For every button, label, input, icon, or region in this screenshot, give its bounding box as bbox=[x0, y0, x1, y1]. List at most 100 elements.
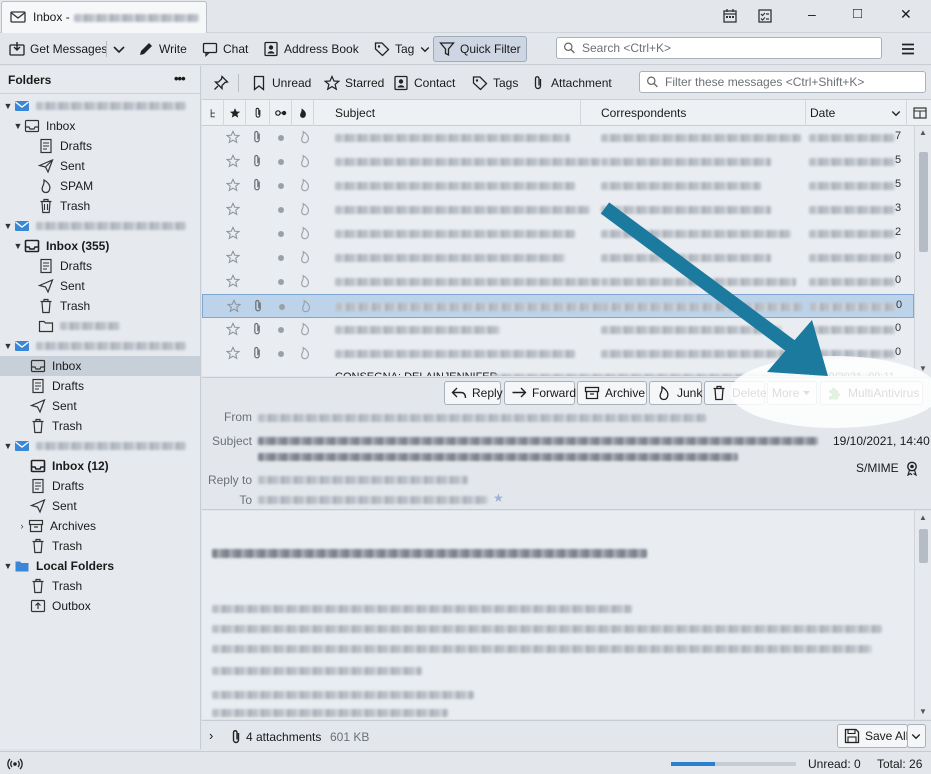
scrollbar-thumb[interactable] bbox=[919, 152, 928, 252]
thread-scrollbar[interactable]: ▲ ▼ bbox=[914, 126, 931, 376]
minimize-button[interactable]: – bbox=[808, 6, 816, 22]
local-folders-row[interactable]: ▼ Local Folders bbox=[0, 556, 200, 576]
thread-row[interactable]: 5 bbox=[202, 174, 914, 198]
online-status-icon[interactable] bbox=[7, 756, 23, 772]
write-button[interactable]: Write bbox=[133, 37, 192, 61]
folder-inbox[interactable]: ▼ Inbox (355) bbox=[0, 236, 200, 256]
folder-drafts[interactable]: Drafts bbox=[0, 376, 200, 396]
account-row[interactable]: ▼ bbox=[0, 436, 200, 456]
column-picker-icon[interactable] bbox=[912, 105, 928, 121]
save-all-button[interactable]: Save All bbox=[837, 724, 908, 748]
col-date[interactable]: Date bbox=[806, 100, 907, 126]
junk-status-icon[interactable] bbox=[298, 202, 312, 219]
folder-outbox[interactable]: Outbox bbox=[0, 596, 200, 616]
folder-trash[interactable]: Trash bbox=[0, 416, 200, 436]
read-status-dot[interactable] bbox=[278, 231, 284, 237]
star-toggle-icon[interactable] bbox=[225, 346, 241, 364]
more-button[interactable]: More bbox=[767, 381, 817, 405]
folder-sent[interactable]: Sent bbox=[0, 396, 200, 416]
folder-trash[interactable]: Trash bbox=[0, 576, 200, 596]
delete-button[interactable]: Delete bbox=[704, 381, 767, 405]
star-toggle-icon[interactable] bbox=[225, 322, 241, 340]
star-toggle-icon[interactable] bbox=[226, 299, 242, 317]
filter-attachment[interactable]: Attachment bbox=[530, 72, 612, 94]
account-row[interactable]: ▼ bbox=[0, 216, 200, 236]
folder-sent[interactable]: Sent bbox=[0, 496, 200, 516]
scroll-up-icon[interactable]: ▲ bbox=[919, 128, 927, 137]
star-toggle-icon[interactable] bbox=[225, 154, 241, 172]
folder-inbox[interactable]: ▼ Inbox bbox=[0, 116, 200, 136]
junk-status-icon[interactable] bbox=[298, 346, 312, 363]
calendar-icon[interactable] bbox=[722, 8, 738, 24]
filter-starred[interactable]: Starred bbox=[324, 72, 384, 94]
folder-drafts[interactable]: Drafts bbox=[0, 256, 200, 276]
folder-spam[interactable]: SPAM bbox=[0, 176, 200, 196]
folder-sent[interactable]: Sent bbox=[0, 156, 200, 176]
junk-status-icon[interactable] bbox=[298, 250, 312, 267]
search-input[interactable]: Search <Ctrl+K> bbox=[556, 37, 882, 59]
attachments-summary[interactable]: 4 attachments bbox=[246, 730, 321, 744]
thread-row-selected[interactable]: 0 bbox=[202, 294, 914, 318]
folder-trash[interactable]: Trash bbox=[0, 536, 200, 556]
read-status-dot[interactable] bbox=[278, 159, 284, 165]
junk-status-icon[interactable] bbox=[299, 299, 313, 316]
save-all-menu-button[interactable] bbox=[907, 724, 926, 748]
folder-trash[interactable]: Trash bbox=[0, 296, 200, 316]
archive-button[interactable]: Archive bbox=[577, 381, 647, 405]
junk-status-icon[interactable] bbox=[298, 226, 312, 243]
col-thread[interactable] bbox=[202, 100, 224, 126]
folder-custom[interactable] bbox=[0, 316, 200, 336]
read-status-dot[interactable] bbox=[278, 327, 284, 333]
thread-row[interactable]: 5 bbox=[202, 150, 914, 174]
read-status-dot[interactable] bbox=[278, 255, 284, 261]
junk-status-icon[interactable] bbox=[298, 130, 312, 147]
reply-button[interactable]: Reply bbox=[444, 381, 503, 405]
junk-status-icon[interactable] bbox=[298, 154, 312, 171]
pin-icon[interactable] bbox=[213, 75, 229, 91]
filter-messages-input[interactable]: Filter these messages <Ctrl+Shift+K> bbox=[639, 71, 926, 93]
thread-row[interactable]: 2 bbox=[202, 222, 914, 246]
folder-drafts[interactable]: Drafts bbox=[0, 136, 200, 156]
chat-button[interactable]: Chat bbox=[197, 37, 253, 61]
get-messages-button[interactable]: Get Messages bbox=[4, 37, 112, 61]
junk-status-icon[interactable] bbox=[298, 322, 312, 339]
thread-row[interactable]: 0 bbox=[202, 318, 914, 342]
account-row[interactable]: ▼ bbox=[0, 96, 200, 116]
folder-trash[interactable]: Trash bbox=[0, 196, 200, 216]
read-status-dot[interactable] bbox=[278, 351, 284, 357]
star-toggle-icon[interactable] bbox=[225, 178, 241, 196]
thread-row[interactable]: 7 bbox=[202, 126, 914, 150]
thread-row-partial[interactable]: CONSEGNA: DELAINJENNIFER 19/10/2021, 09:1… bbox=[202, 366, 914, 376]
col-read[interactable] bbox=[270, 100, 292, 126]
read-status-dot[interactable] bbox=[278, 207, 284, 213]
chevron-down-icon[interactable] bbox=[111, 41, 127, 57]
col-subject[interactable]: Subject bbox=[314, 100, 581, 126]
filter-contact[interactable]: Contact bbox=[393, 72, 455, 94]
tag-button[interactable]: Tag bbox=[369, 37, 436, 61]
folder-archives[interactable]: › Archives bbox=[0, 516, 200, 536]
close-button[interactable]: ✕ bbox=[900, 6, 912, 23]
star-toggle-icon[interactable] bbox=[225, 250, 241, 268]
thread-row[interactable]: 0 bbox=[202, 270, 914, 294]
scroll-down-icon[interactable]: ▼ bbox=[919, 364, 927, 373]
read-status-dot[interactable] bbox=[278, 279, 284, 285]
thread-row[interactable]: 0 bbox=[202, 342, 914, 366]
star-toggle-icon[interactable] bbox=[225, 274, 241, 292]
junk-button[interactable]: Junk bbox=[649, 381, 702, 405]
col-starred[interactable] bbox=[224, 100, 246, 126]
address-book-button[interactable]: Address Book bbox=[258, 37, 364, 61]
scroll-down-icon[interactable]: ▼ bbox=[919, 707, 927, 716]
forward-button[interactable]: Forward bbox=[504, 381, 576, 405]
tab-inbox[interactable]: Inbox - bbox=[1, 1, 207, 33]
junk-status-icon[interactable] bbox=[298, 178, 312, 195]
star-toggle-icon[interactable] bbox=[225, 226, 241, 244]
filter-unread[interactable]: Unread bbox=[251, 72, 311, 94]
thread-row[interactable]: 0 bbox=[202, 246, 914, 270]
star-toggle-icon[interactable] bbox=[225, 202, 241, 220]
menu-icon[interactable] bbox=[900, 41, 916, 57]
folder-inbox-selected[interactable]: Inbox bbox=[0, 356, 200, 376]
filter-tags[interactable]: Tags bbox=[472, 72, 518, 94]
maximize-button[interactable]: □ bbox=[853, 5, 862, 22]
folders-more-button[interactable]: ••• bbox=[174, 71, 186, 86]
read-status-dot[interactable] bbox=[278, 135, 284, 141]
